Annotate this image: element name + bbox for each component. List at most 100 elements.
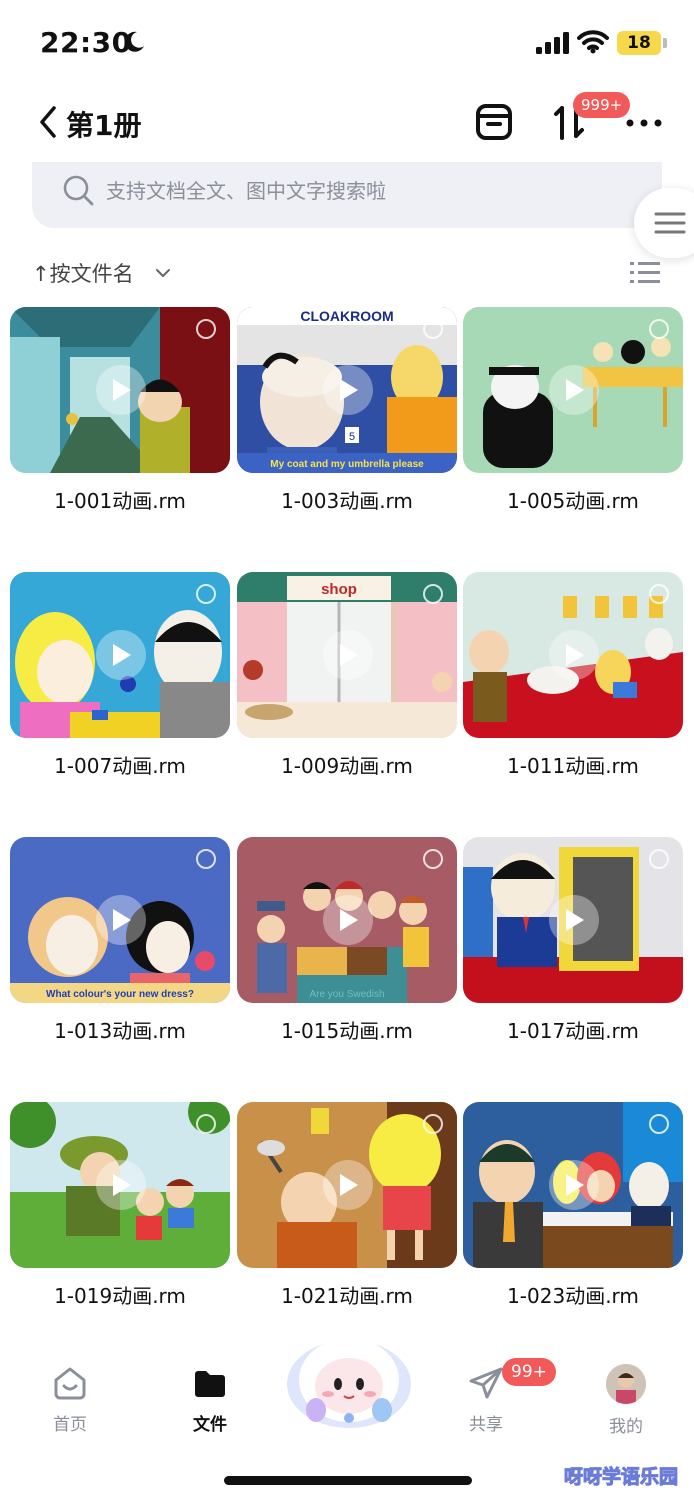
sort-label: ↑按文件名 <box>32 262 134 286</box>
file-name: 1-021动画.rm <box>281 1284 413 1308</box>
select-checkbox[interactable] <box>196 319 216 339</box>
video-thumbnail[interactable]: CLOAKROOM 5 My coat and my umbrella plea… <box>237 307 457 473</box>
select-checkbox[interactable] <box>196 584 216 604</box>
file-name: 1-023动画.rm <box>507 1284 639 1308</box>
file-item[interactable]: 1-019动画.rm <box>10 1102 230 1322</box>
select-checkbox[interactable] <box>649 849 669 869</box>
archive-box-icon[interactable] <box>474 102 514 142</box>
video-thumbnail[interactable] <box>237 1102 457 1268</box>
file-item[interactable]: 1-011动画.rm <box>463 572 683 792</box>
tab-profile[interactable]: 我的 <box>586 1364 666 1437</box>
select-checkbox[interactable] <box>649 319 669 339</box>
video-thumbnail[interactable]: What colour's your new dress? <box>10 837 230 1003</box>
battery-indicator: 18 <box>617 31 661 55</box>
video-thumbnail[interactable] <box>10 307 230 473</box>
file-name: 1-001动画.rm <box>54 489 186 513</box>
file-name: 1-013动画.rm <box>54 1019 186 1043</box>
home-indicator <box>224 1476 472 1485</box>
file-item[interactable]: shop 1-009动画.rm <box>237 572 457 792</box>
select-checkbox[interactable] <box>649 1114 669 1134</box>
share-badge: 99+ <box>502 1358 556 1386</box>
video-thumbnail[interactable] <box>463 1102 683 1268</box>
play-button[interactable] <box>549 895 599 945</box>
file-name: 1-007动画.rm <box>54 754 186 778</box>
search-bar[interactable]: 支持文档全文、图中文字搜索啦 <box>32 162 662 228</box>
select-checkbox[interactable] <box>423 319 443 339</box>
play-button[interactable] <box>323 630 373 680</box>
cellular-signal-icon <box>536 32 569 54</box>
back-chevron-icon[interactable] <box>36 104 60 140</box>
file-item[interactable]: Are you Swedish 1-015动画.rm <box>237 837 457 1057</box>
file-item[interactable]: 1-023动画.rm <box>463 1102 683 1322</box>
chevron-down-icon <box>156 269 170 277</box>
search-placeholder: 支持文档全文、图中文字搜索啦 <box>106 179 386 203</box>
file-name: 1-015动画.rm <box>281 1019 413 1043</box>
file-item[interactable]: CLOAKROOM 5 My coat and my umbrella plea… <box>237 307 457 527</box>
wifi-icon <box>577 30 609 54</box>
floating-menu-button[interactable] <box>634 188 694 258</box>
play-button[interactable] <box>323 1160 373 1210</box>
play-button[interactable] <box>96 365 146 415</box>
list-view-icon[interactable] <box>630 260 660 286</box>
play-button[interactable] <box>549 1160 599 1210</box>
select-checkbox[interactable] <box>196 1114 216 1134</box>
play-button[interactable] <box>549 365 599 415</box>
nav-bar: 第1册 999+ <box>0 88 694 158</box>
moon-icon <box>124 31 144 52</box>
tab-label: 我的 <box>609 1417 643 1437</box>
file-name: 1-009动画.rm <box>281 754 413 778</box>
video-thumbnail[interactable]: Are you Swedish <box>237 837 457 1003</box>
select-checkbox[interactable] <box>196 849 216 869</box>
play-button[interactable] <box>323 895 373 945</box>
tab-files[interactable]: 文件 <box>170 1364 250 1435</box>
file-name: 1-003动画.rm <box>281 489 413 513</box>
thumbnail-caption: Are you Swedish <box>309 989 384 1000</box>
thumbnail-caption: What colour's your new dress? <box>46 989 194 1000</box>
play-button[interactable] <box>96 895 146 945</box>
select-checkbox[interactable] <box>423 584 443 604</box>
video-thumbnail[interactable] <box>463 572 683 738</box>
video-thumbnail[interactable] <box>463 307 683 473</box>
video-thumbnail[interactable]: shop <box>237 572 457 738</box>
thumbnail-sign: shop <box>321 581 357 598</box>
tab-home[interactable]: 首页 <box>30 1364 110 1435</box>
play-button[interactable] <box>549 630 599 680</box>
status-time: 22:30 <box>40 26 132 59</box>
file-item[interactable]: What colour's your new dress? 1-013动画.rm <box>10 837 230 1057</box>
file-item[interactable]: 1-001动画.rm <box>10 307 230 527</box>
hamburger-icon <box>654 212 686 234</box>
select-checkbox[interactable] <box>423 1114 443 1134</box>
sort-dropdown[interactable]: ↑按文件名 <box>32 258 170 290</box>
play-button[interactable] <box>96 1160 146 1210</box>
file-name: 1-005动画.rm <box>507 489 639 513</box>
page-title: 第1册 <box>66 109 142 142</box>
search-icon <box>63 175 94 206</box>
ai-assistant-button[interactable] <box>286 1326 412 1430</box>
more-icon[interactable] <box>624 108 664 138</box>
video-thumbnail[interactable] <box>10 572 230 738</box>
status-bar: 22:30 18 <box>0 0 694 88</box>
file-item[interactable]: 1-021动画.rm <box>237 1102 457 1322</box>
file-name: 1-017动画.rm <box>507 1019 639 1043</box>
watermark: 呀呀学语乐园 <box>563 1466 679 1489</box>
select-checkbox[interactable] <box>423 849 443 869</box>
select-checkbox[interactable] <box>649 584 669 604</box>
thumbnail-caption: My coat and my umbrella please <box>270 459 424 470</box>
file-name: 1-019动画.rm <box>54 1284 186 1308</box>
folder-icon <box>195 1371 225 1397</box>
tab-label: 共享 <box>469 1415 503 1435</box>
file-item[interactable]: 1-005动画.rm <box>463 307 683 527</box>
send-icon <box>469 1367 503 1399</box>
video-thumbnail[interactable] <box>463 837 683 1003</box>
thumbnail-sign: CLOAKROOM <box>300 308 393 324</box>
battery-tip <box>663 38 667 48</box>
play-button[interactable] <box>96 630 146 680</box>
transfer-badge: 999+ <box>573 92 631 118</box>
file-item[interactable]: 1-007动画.rm <box>10 572 230 792</box>
video-thumbnail[interactable] <box>10 1102 230 1268</box>
tab-label: 文件 <box>193 1415 227 1435</box>
file-item[interactable]: 1-017动画.rm <box>463 837 683 1057</box>
play-button[interactable] <box>323 365 373 415</box>
avatar <box>606 1364 646 1404</box>
file-name: 1-011动画.rm <box>507 754 639 778</box>
